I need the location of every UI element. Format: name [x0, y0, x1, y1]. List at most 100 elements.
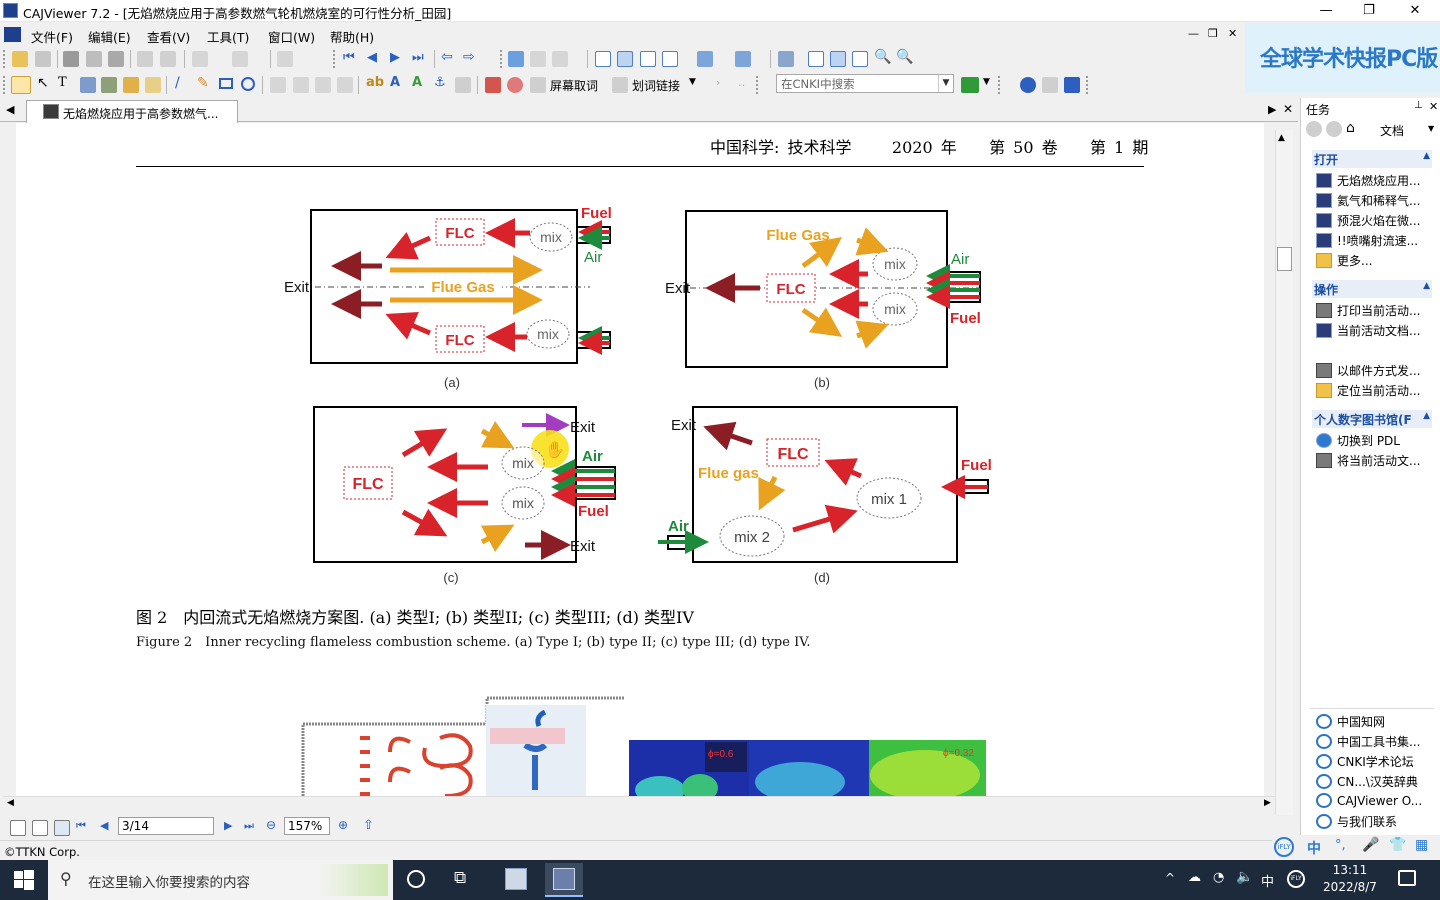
open-item-2[interactable]: 氦气和稀释气... [1316, 192, 1420, 209]
ime-skin-icon[interactable]: 👕 [1389, 837, 1406, 853]
ime-lang-toggle[interactable]: 中 [1307, 838, 1321, 858]
back-icon[interactable]: ⇦ [441, 49, 453, 65]
rectangle-tool-icon[interactable] [219, 78, 233, 89]
continuous-facing-icon[interactable] [662, 51, 678, 67]
open-item-more[interactable]: 更多... [1316, 252, 1372, 269]
help-icon[interactable] [1020, 77, 1036, 93]
status-next-page-icon[interactable]: ▶ [224, 819, 232, 832]
tray-ime-indicator[interactable]: 中 [1261, 871, 1274, 890]
word-link-button[interactable]: 划词链接 [632, 77, 680, 94]
context-help-icon[interactable] [1042, 77, 1058, 93]
tab-close-icon[interactable]: ✕ [1283, 102, 1293, 116]
last-page-icon[interactable]: ⏭ [412, 50, 424, 65]
status-last-page-icon[interactable]: ⏭ [244, 819, 254, 833]
link-cnki-forum[interactable]: CNKI学术论坛 [1316, 753, 1414, 770]
vertical-scroll-thumb[interactable] [1277, 247, 1292, 271]
lib-switch-pdl[interactable]: 切换到 PDL [1316, 432, 1400, 449]
vertical-scrollbar[interactable] [1275, 130, 1293, 830]
rotate-right-icon[interactable] [552, 51, 568, 67]
lib-add-doc[interactable]: 将当前活动文... [1316, 452, 1420, 469]
tray-network-icon[interactable]: ◔ [1213, 870, 1224, 885]
view-mode-3-icon[interactable] [54, 820, 70, 836]
fit-width-icon[interactable] [852, 51, 868, 67]
print-preview-icon[interactable] [86, 51, 102, 67]
next-page-icon[interactable]: ▶ [390, 50, 400, 65]
link-cajviewer-online[interactable]: CAJViewer O... [1316, 793, 1422, 808]
view-mode-2-icon[interactable] [32, 820, 48, 836]
note-icon[interactable] [145, 77, 161, 93]
more-icon[interactable]: ‥ [738, 76, 745, 89]
ab-highlight-icon[interactable]: ab [366, 75, 384, 90]
section-library[interactable]: 个人数字图书馆(F ▲ [1312, 410, 1432, 428]
undo-icon[interactable] [192, 51, 208, 67]
ime-punct-icon[interactable]: °, [1335, 838, 1346, 853]
link-dictionary[interactable]: CN...\汉英辞典 [1316, 773, 1418, 790]
search-go-dropdown-icon[interactable]: ▼ [983, 77, 990, 87]
mdi-close-icon[interactable]: ✕ [1228, 27, 1237, 40]
link-contact-us[interactable]: 与我们联系 [1316, 813, 1397, 830]
scroll-up-icon[interactable]: ▲ [1278, 133, 1285, 143]
ifly-logo-icon[interactable]: iFLY [1274, 837, 1294, 857]
highlighter-icon[interactable]: ✎ [197, 75, 209, 91]
search-go-icon[interactable] [961, 77, 979, 93]
ellipse-tool-icon[interactable] [241, 77, 255, 91]
tray-cloud-icon[interactable]: ☁ [1188, 870, 1201, 885]
op-locate[interactable]: 定位当前活动... [1316, 382, 1420, 399]
redo-icon[interactable] [232, 51, 248, 67]
scroll-left-icon[interactable]: ◀ [7, 798, 14, 808]
open-icon[interactable] [12, 51, 28, 67]
taskbar-app-pdf[interactable] [497, 863, 535, 897]
stamp-icon[interactable] [293, 77, 309, 93]
status-first-page-icon[interactable]: ⏮ [76, 819, 86, 833]
screen-word-icon[interactable] [530, 77, 546, 93]
mdi-restore-icon[interactable]: ❐ [1208, 27, 1218, 40]
status-zoom-out-icon[interactable]: ⊖ [266, 818, 276, 832]
settings-icon[interactable] [315, 77, 331, 93]
scroll-right-icon[interactable]: ▶ [1264, 798, 1271, 808]
cnki-search-dropdown-icon[interactable]: ▼ [938, 75, 953, 92]
menu-edit[interactable]: 编辑(E) [88, 27, 131, 46]
taskbar-clock[interactable]: 13:11 2022/8/7 [1318, 862, 1382, 896]
section-operations[interactable]: 操作 ▲ [1312, 280, 1432, 298]
task-back-icon[interactable] [1306, 121, 1322, 137]
cnki-search-input[interactable]: 在CNKI中搜索 [776, 74, 954, 93]
copy-icon[interactable] [137, 51, 153, 67]
cortana-icon[interactable] [407, 870, 425, 888]
task-panel-close-icon[interactable]: ✕ [1429, 100, 1438, 113]
op-print[interactable]: 打印当前活动... [1316, 302, 1420, 319]
properties-icon[interactable] [277, 51, 293, 67]
windows-start-icon[interactable] [14, 870, 34, 890]
anchor-icon[interactable]: ⚓ [434, 75, 446, 90]
open-item-1[interactable]: 无焰燃烧应用... [1316, 172, 1420, 189]
audio-icon[interactable] [337, 77, 353, 93]
snapshot-icon[interactable] [101, 77, 117, 93]
screen-word-button[interactable]: 屏幕取词 [550, 77, 598, 94]
open-item-3[interactable]: 预混火焰在微... [1316, 212, 1420, 229]
first-page-icon[interactable]: ⏮ [343, 50, 355, 65]
prev-page-icon[interactable]: ◀ [367, 50, 377, 65]
open-item-4[interactable]: !!喷嘴射流速... [1316, 232, 1418, 249]
menu-view[interactable]: 查看(V) [147, 27, 190, 46]
minimize-icon[interactable]: — [1316, 2, 1336, 20]
save-icon[interactable] [35, 51, 51, 67]
select-tool-icon[interactable]: ↖ [37, 75, 49, 91]
doc-menu-icon[interactable] [4, 27, 21, 42]
text-tool-icon[interactable]: T [58, 75, 67, 90]
select-icon[interactable] [735, 51, 751, 67]
mdi-minimize-icon[interactable]: — [1188, 27, 1199, 40]
task-panel-dropdown[interactable]: 文档 [1380, 122, 1404, 139]
menu-window[interactable]: 窗口(W) [268, 27, 315, 46]
taskbar-app-cajviewer[interactable] [545, 863, 583, 897]
strikeout-icon[interactable]: A [412, 75, 422, 90]
menu-file[interactable]: 文件(F) [31, 27, 73, 46]
single-page-icon[interactable] [595, 51, 611, 67]
clipboard-icon[interactable] [485, 77, 501, 93]
paste-icon[interactable] [160, 51, 176, 67]
find-icon[interactable] [508, 51, 524, 67]
task-home-icon[interactable]: ⌂ [1346, 120, 1355, 136]
word-link-icon[interactable] [612, 77, 628, 93]
view-mode-1-icon[interactable] [10, 820, 26, 836]
print-setup-icon[interactable] [108, 51, 124, 67]
task-panel-dropdown-icon[interactable]: ▼ [1428, 124, 1434, 133]
status-prev-page-icon[interactable]: ◀ [100, 819, 108, 832]
